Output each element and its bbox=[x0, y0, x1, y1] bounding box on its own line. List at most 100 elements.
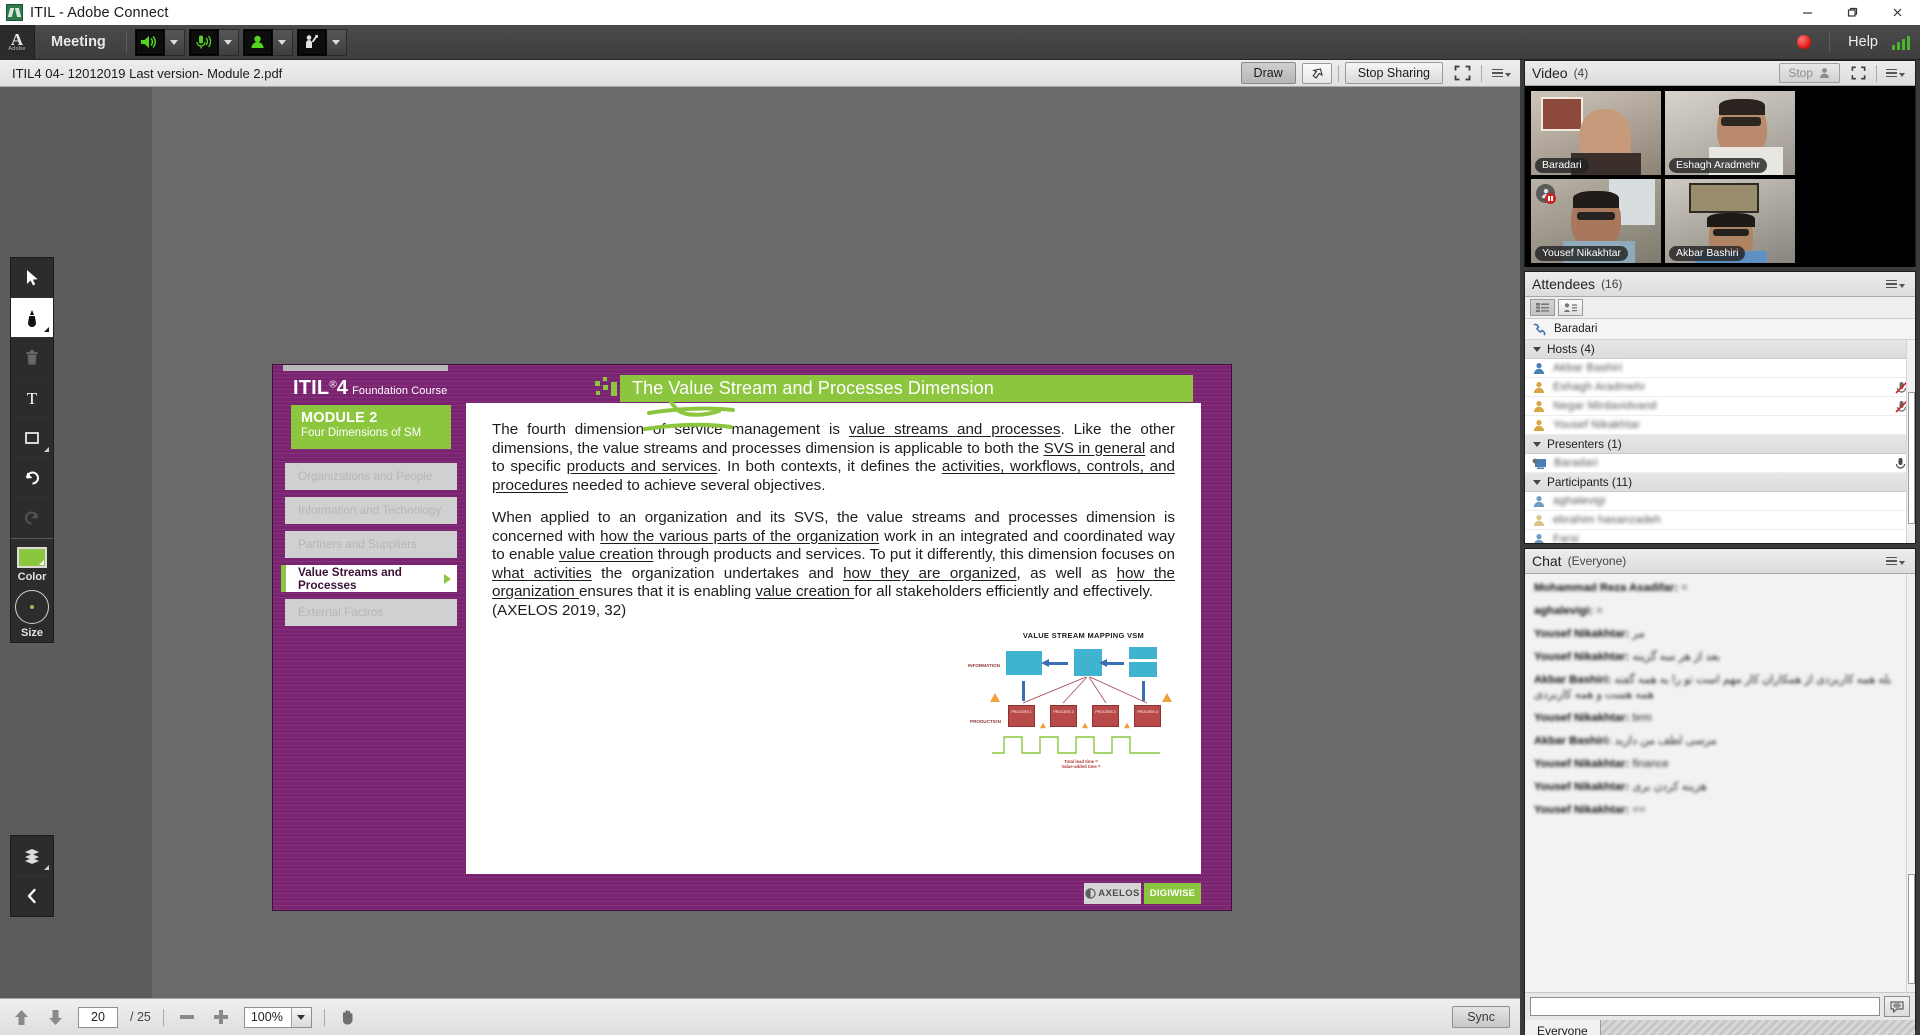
stop-sharing-button[interactable]: Stop Sharing bbox=[1344, 62, 1443, 84]
chat-pod-menu-button[interactable] bbox=[1882, 550, 1908, 572]
attendee-row[interactable]: Negar Mirdavidvand bbox=[1525, 397, 1915, 416]
chat-sender: Yousef Nikakhtar: bbox=[1534, 628, 1630, 641]
slide-title-dots-icon bbox=[595, 377, 621, 401]
chat-scroll-thumb[interactable] bbox=[1908, 874, 1915, 984]
attendee-row[interactable]: Yousef Nikakhtar bbox=[1525, 416, 1915, 435]
attendees-pod-title: Attendees bbox=[1532, 276, 1596, 292]
camera-button[interactable] bbox=[242, 28, 273, 56]
attendee-row[interactable]: Farsi bbox=[1525, 530, 1915, 543]
redo-tool[interactable] bbox=[11, 498, 53, 538]
speaker-button[interactable] bbox=[134, 28, 165, 56]
zoom-out-button[interactable] bbox=[176, 1006, 198, 1028]
attendees-status-view-button[interactable] bbox=[1558, 299, 1583, 316]
pointer-button[interactable] bbox=[1301, 62, 1332, 84]
undo-tool[interactable] bbox=[11, 458, 53, 498]
attendees-scroll-thumb[interactable] bbox=[1908, 392, 1915, 524]
help-button[interactable]: Help bbox=[1834, 34, 1892, 50]
select-tool[interactable] bbox=[11, 258, 53, 298]
attendees-self-row[interactable]: Baradari bbox=[1525, 319, 1915, 340]
color-picker[interactable]: Color Size bbox=[11, 539, 53, 642]
chat-scrollbar[interactable] bbox=[1906, 574, 1915, 992]
video-tile-name: Yousef Nikakhtar bbox=[1535, 246, 1628, 261]
slide-nav-item-value-streams-and-processes[interactable]: Value Streams and Processes bbox=[281, 565, 457, 592]
color-swatch[interactable] bbox=[17, 547, 47, 568]
size-picker[interactable] bbox=[15, 590, 49, 624]
raise-hand-button[interactable] bbox=[296, 28, 327, 56]
signal-bars-icon[interactable] bbox=[1892, 35, 1910, 50]
chevron-down-icon[interactable] bbox=[1533, 479, 1541, 485]
layers-tool[interactable] bbox=[11, 836, 53, 876]
video-tile[interactable]: Eshagh Aradmehr bbox=[1665, 91, 1795, 175]
microphone-dropdown-arrow[interactable] bbox=[218, 28, 239, 56]
video-tile[interactable]: Yousef Nikakhtar bbox=[1531, 179, 1661, 263]
attendees-scrollbar[interactable] bbox=[1906, 340, 1915, 543]
camera-dropdown-arrow[interactable] bbox=[272, 28, 293, 56]
attendee-row[interactable]: aghalevigi bbox=[1525, 492, 1915, 511]
attendees-pod-menu-button[interactable] bbox=[1882, 273, 1908, 295]
chat-message-list[interactable]: Mohammad Reza Asadifar: = aghalevigi: = … bbox=[1525, 574, 1915, 992]
attendee-row[interactable]: ebrahim hasanzadeh bbox=[1525, 511, 1915, 530]
delete-tool[interactable] bbox=[11, 338, 53, 378]
raise-hand-dropdown-arrow[interactable] bbox=[326, 28, 347, 56]
next-page-button[interactable] bbox=[44, 1006, 66, 1028]
close-button[interactable] bbox=[1875, 0, 1920, 25]
attendees-group-presenters[interactable]: Presenters (1) bbox=[1525, 435, 1915, 454]
stop-video-button[interactable]: Stop bbox=[1779, 63, 1840, 83]
chat-pod-actions bbox=[1882, 550, 1908, 572]
pen-options-corner[interactable] bbox=[44, 327, 49, 332]
slide-nav-item-information-and-technology[interactable]: Information and Technology bbox=[285, 497, 457, 524]
brand-number: 4 bbox=[336, 377, 349, 399]
pan-tool-button[interactable] bbox=[337, 1006, 359, 1028]
adobe-logo-word: Adobe bbox=[8, 45, 26, 52]
chat-input[interactable] bbox=[1530, 997, 1880, 1016]
camera-control-group bbox=[242, 28, 293, 56]
plus-icon bbox=[213, 1010, 228, 1024]
chat-sender: Akbar Bashiri: bbox=[1534, 674, 1612, 687]
chat-message: Yousef Nikakhtar: finance bbox=[1534, 757, 1906, 771]
chevron-down-icon[interactable] bbox=[1533, 346, 1541, 352]
presentation-slide[interactable]: ITIL®4 Foundation Course MODULE 2 Four Di… bbox=[273, 365, 1231, 910]
slide-nav-item-organizations-and-people[interactable]: Organizations and People bbox=[285, 463, 457, 490]
draw-button[interactable]: Draw bbox=[1240, 62, 1296, 84]
attendee-row[interactable]: Eshagh Aradmehr bbox=[1525, 378, 1915, 397]
zoom-in-button[interactable] bbox=[210, 1006, 232, 1028]
collapse-toolbar-button[interactable] bbox=[11, 876, 53, 916]
pen-tool[interactable] bbox=[11, 298, 53, 338]
slide-nav-item-external-factros[interactable]: External Factros bbox=[285, 599, 457, 626]
attendees-list-view-button[interactable] bbox=[1530, 299, 1555, 316]
minimize-button[interactable] bbox=[1785, 0, 1830, 25]
layers-options-corner[interactable] bbox=[44, 865, 49, 870]
slide-nav-item-partners-and-suppliers[interactable]: Partners and Suppliers bbox=[285, 531, 457, 558]
attendees-group-hosts[interactable]: Hosts (4) bbox=[1525, 340, 1915, 359]
maximize-button[interactable] bbox=[1830, 0, 1875, 25]
nav-label: Partners and Suppliers bbox=[298, 538, 417, 551]
chat-tab-everyone[interactable]: Everyone bbox=[1525, 1020, 1601, 1035]
attendee-row[interactable]: Baradari bbox=[1525, 454, 1915, 473]
sync-button[interactable]: Sync bbox=[1452, 1006, 1510, 1028]
chevron-down-icon[interactable] bbox=[1533, 441, 1541, 447]
share-pod-menu-button[interactable] bbox=[1488, 62, 1514, 84]
page-number-input[interactable]: 20 bbox=[78, 1006, 118, 1028]
microphone-button[interactable] bbox=[188, 28, 219, 56]
video-tile[interactable]: Baradari bbox=[1531, 91, 1661, 175]
zoom-select[interactable]: 100% bbox=[243, 1006, 312, 1028]
attendees-group-participants[interactable]: Participants (11) bbox=[1525, 473, 1915, 492]
share-pod-header: ITIL4 04- 12012019 Last version- Module … bbox=[0, 60, 1520, 87]
text-tool[interactable]: T bbox=[11, 378, 53, 418]
video-fullscreen-button[interactable] bbox=[1845, 62, 1871, 84]
video-pod-menu-button[interactable] bbox=[1882, 62, 1908, 84]
attendees-list[interactable]: Hosts (4) Akbar Bashiri Eshagh Aradmehr … bbox=[1525, 340, 1915, 543]
shape-tool[interactable] bbox=[11, 418, 53, 458]
chat-message: Yousef Nikakhtar: مر bbox=[1534, 627, 1906, 641]
speaker-dropdown-arrow[interactable] bbox=[164, 28, 185, 56]
zoom-dropdown-arrow[interactable] bbox=[290, 1007, 311, 1027]
fullscreen-button[interactable] bbox=[1449, 62, 1475, 84]
chat-send-button[interactable] bbox=[1884, 996, 1910, 1017]
menu-meeting[interactable]: Meeting bbox=[35, 25, 122, 60]
video-tile[interactable]: Akbar Bashiri bbox=[1665, 179, 1795, 263]
attendee-row[interactable]: Akbar Bashiri bbox=[1525, 359, 1915, 378]
previous-page-button[interactable] bbox=[10, 1006, 32, 1028]
host-icon bbox=[1533, 419, 1545, 431]
shape-options-corner[interactable] bbox=[44, 447, 49, 452]
record-button[interactable] bbox=[1783, 35, 1825, 49]
